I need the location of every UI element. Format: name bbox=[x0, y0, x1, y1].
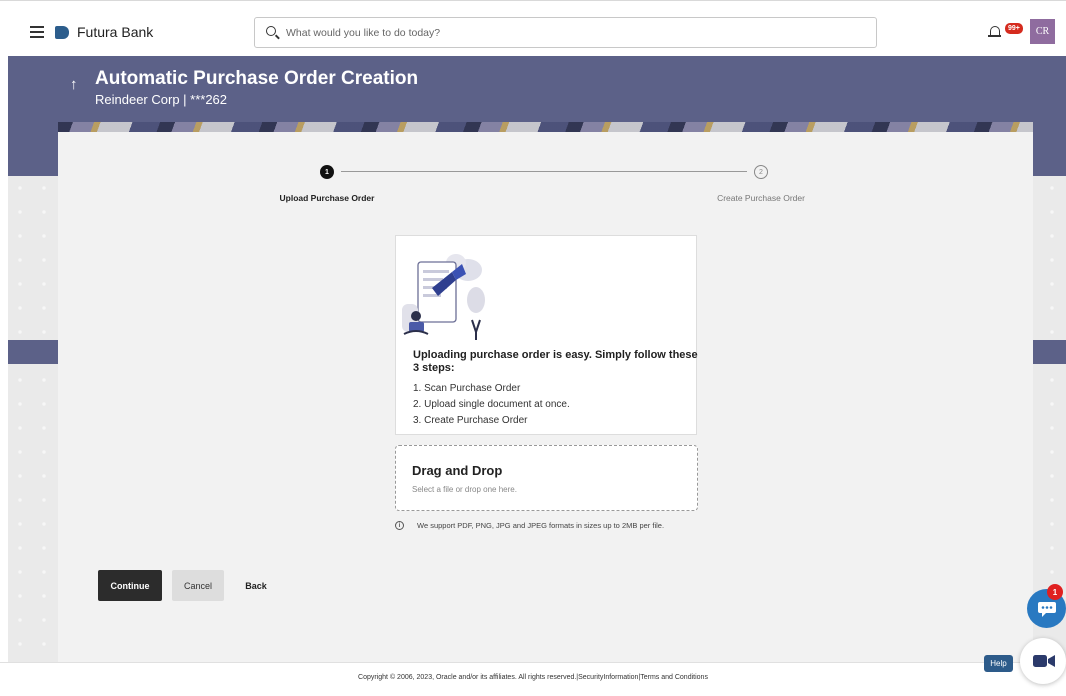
dropzone-subtitle: Select a file or drop one here. bbox=[412, 485, 517, 494]
top-header: Futura Bank 99+ CR bbox=[0, 0, 1066, 56]
continue-button[interactable]: Continue bbox=[98, 570, 162, 601]
banner-decoration bbox=[58, 122, 1033, 132]
step-1-indicator: 1 bbox=[320, 165, 334, 179]
dropzone-title: Drag and Drop bbox=[412, 463, 503, 478]
instruction-step: 3. Create Purchase Order bbox=[413, 415, 528, 426]
footer: Copyright © 2006, 2023, Oracle and/or it… bbox=[0, 662, 1066, 696]
instructions-heading: Uploading purchase order is easy. Simply… bbox=[413, 349, 698, 374]
chat-icon bbox=[1038, 602, 1056, 617]
menu-icon[interactable] bbox=[30, 26, 44, 38]
help-button[interactable]: Help bbox=[984, 655, 1013, 672]
upload-instructions-card: Uploading purchase order is easy. Simply… bbox=[395, 235, 698, 435]
search-icon bbox=[266, 26, 276, 36]
cancel-button[interactable]: Cancel bbox=[172, 570, 224, 601]
notification-bell-icon[interactable] bbox=[988, 26, 1001, 37]
info-icon: i bbox=[395, 521, 404, 530]
account-subtitle: Reindeer Corp | ***262 bbox=[95, 92, 228, 107]
instruction-step: 1. Scan Purchase Order bbox=[413, 383, 521, 394]
search-bar[interactable] bbox=[254, 17, 877, 48]
copyright-text[interactable]: Copyright © 2006, 2023, Oracle and/or it… bbox=[0, 674, 1066, 681]
video-call-button[interactable] bbox=[1020, 638, 1066, 684]
step-2-indicator: 2 bbox=[754, 165, 768, 179]
notification-badge: 99+ bbox=[1005, 23, 1023, 34]
chat-badge: 1 bbox=[1047, 584, 1063, 600]
instructions-list: 1. Scan Purchase Order 2. Upload single … bbox=[413, 381, 570, 429]
format-support-text: We support PDF, PNG, JPG and JPEG format… bbox=[417, 521, 665, 530]
video-camera-icon bbox=[1033, 655, 1055, 667]
avatar[interactable]: CR bbox=[1030, 19, 1055, 44]
file-dropzone[interactable]: Drag and Drop Select a file or drop one … bbox=[395, 445, 698, 511]
bank-logo-icon bbox=[55, 25, 69, 39]
page-body: ↑ Automatic Purchase Order Creation Rein… bbox=[8, 56, 1066, 662]
stepper-connector bbox=[341, 171, 747, 172]
search-input[interactable] bbox=[286, 18, 866, 47]
brand[interactable]: Futura Bank bbox=[55, 23, 153, 41]
step-2-label: Create Purchase Order bbox=[717, 193, 805, 203]
back-arrow-icon[interactable]: ↑ bbox=[70, 76, 78, 93]
back-button[interactable]: Back bbox=[236, 570, 276, 601]
content-card: 1 2 Upload Purchase Order Create Purchas… bbox=[58, 132, 1033, 662]
brand-name: Futura Bank bbox=[77, 24, 154, 40]
step-1-label: Upload Purchase Order bbox=[279, 193, 375, 203]
instruction-step: 2. Upload single document at once. bbox=[413, 399, 570, 410]
upload-illustration-icon bbox=[402, 254, 485, 340]
page-title: Automatic Purchase Order Creation bbox=[95, 68, 419, 89]
